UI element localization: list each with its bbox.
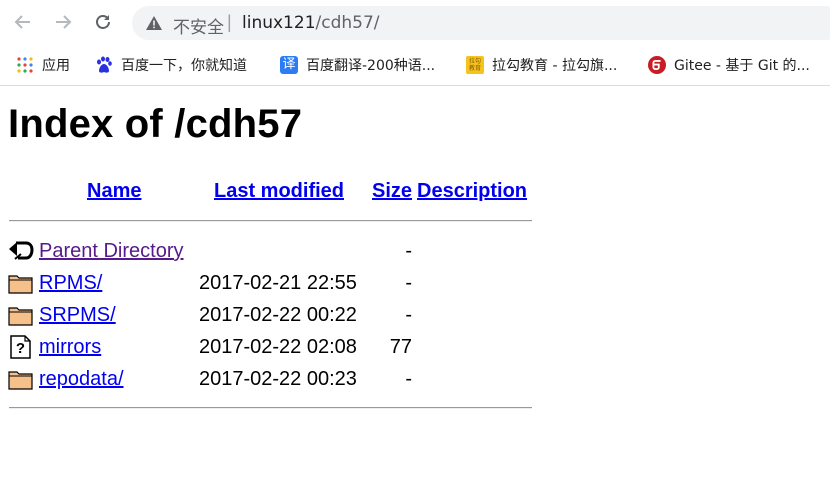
folder-icon	[8, 307, 33, 326]
url-text[interactable]: linux121/cdh57/	[242, 13, 380, 33]
bookmark-gitee[interactable]: Gitee - 基于 Git 的...	[648, 54, 810, 76]
file-size: 77	[389, 336, 412, 358]
folder-icon	[8, 371, 33, 390]
modified-date: 2017-02-21 22:55	[199, 272, 357, 294]
svg-text:?: ?	[16, 340, 25, 357]
file-link[interactable]: RPMS/	[39, 272, 102, 295]
sort-by-size-link[interactable]: Size	[372, 180, 412, 202]
bookmark-apps[interactable]: 应用	[16, 54, 70, 76]
lagou-icon: 拉勾 教育	[466, 56, 484, 74]
file-size: -	[405, 240, 412, 262]
url-host: linux121	[242, 13, 316, 33]
modified-date: 2017-02-22 00:23	[199, 368, 357, 390]
page-title: Index of /cdh57	[8, 102, 303, 146]
sort-by-name-link[interactable]: Name	[87, 180, 141, 202]
file-size: -	[405, 304, 412, 326]
insecure-label[interactable]: 不安全	[173, 13, 224, 38]
reload-icon	[96, 15, 110, 29]
back-arrow-nav-icon	[14, 15, 30, 29]
browser-toolbar: 不安全 | linux121/cdh57/	[0, 0, 830, 45]
bookmark-label: 拉勾教育 - 拉勾旗...	[492, 58, 618, 74]
header-last-modified: Last modified	[214, 180, 344, 203]
bookmarks-bar: 应用 百度一下，你就知道 译 百度翻译-200种语... 拉勾 教育 拉勾教育 -…	[0, 45, 830, 86]
file-link[interactable]: repodata/	[39, 368, 124, 391]
file-size: -	[405, 368, 412, 390]
gitee-icon	[648, 56, 666, 74]
header-name: Name	[87, 180, 141, 203]
translate-icon: 译	[280, 56, 298, 74]
bookmark-lagou[interactable]: 拉勾 教育 拉勾教育 - 拉勾旗...	[466, 54, 617, 76]
list-item: RPMS/ 2017-02-21 22:55 -	[8, 270, 608, 298]
bookmark-baidu-translate[interactable]: 译 百度翻译-200种语...	[280, 54, 435, 76]
warning-icon[interactable]	[146, 16, 162, 30]
divider-bottom	[9, 407, 532, 409]
url-separator: |	[227, 12, 232, 32]
folder-icon	[8, 275, 33, 294]
sort-by-description-link[interactable]: Description	[417, 180, 527, 202]
list-item: SRPMS/ 2017-02-22 00:22 -	[8, 302, 608, 330]
file-link[interactable]: mirrors	[39, 336, 101, 359]
reload-button[interactable]	[89, 8, 117, 36]
file-link[interactable]: SRPMS/	[39, 304, 116, 327]
list-item: ? mirrors 2017-02-22 02:08 77	[8, 334, 608, 362]
bookmark-baidu[interactable]: 百度一下，你就知道	[95, 54, 247, 76]
bookmark-label: Gitee - 基于 Git 的...	[674, 58, 810, 74]
header-description: Description	[417, 180, 527, 203]
parent-directory-link[interactable]: Parent Directory	[39, 240, 184, 263]
address-bar[interactable]: 不安全 | linux121/cdh57/	[132, 6, 830, 40]
modified-date: 2017-02-22 00:22	[199, 304, 357, 326]
file-size: -	[405, 272, 412, 294]
apps-grid-icon	[16, 56, 34, 74]
baidu-paw-icon	[95, 56, 113, 74]
modified-date: 2017-02-22 02:08	[199, 336, 357, 358]
header-size: Size	[372, 180, 412, 203]
bookmark-label: 百度一下，你就知道	[121, 58, 247, 74]
list-item: Parent Directory -	[8, 238, 608, 266]
url-path: /cdh57/	[315, 13, 380, 33]
forward-button[interactable]	[49, 8, 77, 36]
bookmark-label: 应用	[42, 58, 70, 74]
bookmark-label: 百度翻译-200种语...	[306, 58, 436, 74]
back-arrow-icon	[9, 241, 34, 260]
forward-arrow-nav-icon	[56, 15, 72, 29]
divider-top	[9, 220, 532, 222]
back-button[interactable]	[9, 8, 37, 36]
sort-by-modified-link[interactable]: Last modified	[214, 180, 344, 202]
unknown-file-icon: ?	[10, 335, 31, 359]
list-item: repodata/ 2017-02-22 00:23 -	[8, 366, 608, 394]
page-content: Index of /cdh57 Name Last modified Size …	[8, 86, 830, 493]
